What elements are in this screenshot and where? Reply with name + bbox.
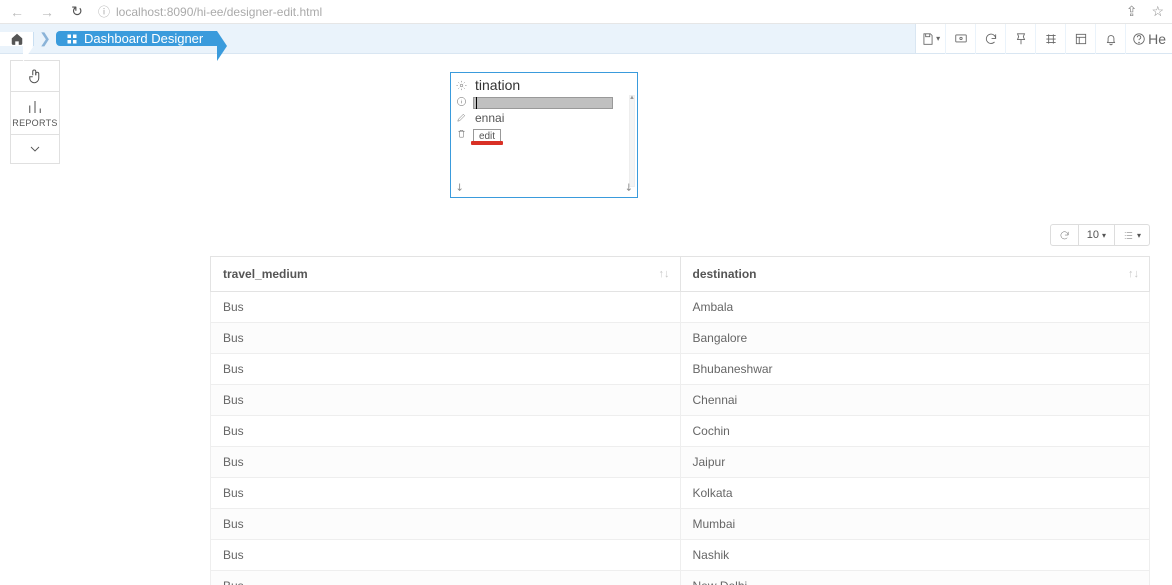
sort-icon[interactable]: ↑↓ [1128,268,1139,280]
widget-filter-input[interactable] [473,97,613,109]
cell-travel-medium: Bus [211,292,681,323]
table-row[interactable]: BusChennai [211,385,1150,416]
widget-delete-button[interactable] [455,127,467,139]
cell-travel-medium: Bus [211,540,681,571]
table-row[interactable]: BusCochin [211,416,1150,447]
help-button[interactable]: He [1126,24,1172,54]
designer-canvas[interactable]: tination ennai edit ▲ ↘ ↙ 10▾ [60,54,1172,585]
cell-destination: Kolkata [680,478,1150,509]
toolbox-reports-label: REPORTS [12,118,57,128]
cell-travel-medium: Bus [211,509,681,540]
refresh-icon [1059,230,1070,241]
info-icon [456,96,467,107]
gear-icon [456,80,467,91]
widget-scroll-up[interactable]: ▲ [629,95,635,101]
dashboard-icon [66,33,78,45]
table-row[interactable]: BusAmbala [211,292,1150,323]
cell-destination: Bangalore [680,323,1150,354]
table-refresh-button[interactable] [1051,225,1079,245]
breadcrumb-home[interactable] [0,32,34,46]
grid-view-button[interactable] [1036,24,1066,54]
annotation-mark [471,141,503,145]
widget-resize-handle-sw[interactable]: ↘ [452,181,466,195]
cell-destination: New Delhi [680,571,1150,585]
table-toolbar: 10▾ ▾ [210,224,1150,246]
breadcrumb-active-label: Dashboard Designer [84,31,203,46]
bar-chart-icon [26,98,44,116]
widget-filter-value: ennai [475,111,504,125]
browser-share-icon[interactable]: ⇪ [1126,3,1138,20]
cell-travel-medium: Bus [211,571,681,585]
sort-icon[interactable]: ↑↓ [659,268,670,280]
column-header-label: travel_medium [223,267,308,281]
cell-travel-medium: Bus [211,354,681,385]
cell-travel-medium: Bus [211,416,681,447]
table-row[interactable]: BusBangalore [211,323,1150,354]
table-page-size-button[interactable]: 10▾ [1079,225,1115,245]
cell-travel-medium: Bus [211,478,681,509]
table-row[interactable]: BusNew Delhi [211,571,1150,585]
table-page-size-value: 10 [1087,229,1099,241]
layout-button[interactable] [1066,24,1096,54]
home-icon [10,32,24,46]
caret-down-icon: ▾ [1137,231,1141,240]
table-row[interactable]: BusBhubaneshwar [211,354,1150,385]
list-icon [1123,230,1134,241]
column-header-destination[interactable]: destination ↑↓ [680,257,1150,292]
cell-travel-medium: Bus [211,323,681,354]
cell-travel-medium: Bus [211,385,681,416]
cell-destination: Nashik [680,540,1150,571]
cell-destination: Jaipur [680,447,1150,478]
column-header-travel-medium[interactable]: travel_medium ↑↓ [211,257,681,292]
widget-settings-button[interactable] [455,79,467,91]
browser-forward-button[interactable]: → [38,4,56,20]
refresh-button[interactable] [976,24,1006,54]
table-row[interactable]: BusKolkata [211,478,1150,509]
browser-reload-button[interactable]: ↻ [68,3,86,20]
widget-info-button[interactable] [455,95,467,107]
pencil-icon [456,112,467,123]
widget-edit-button[interactable] [455,111,467,123]
header-toolbar: ▾ He [915,24,1172,53]
trash-icon [456,128,467,139]
touch-icon [26,67,44,85]
breadcrumb-active-tab[interactable]: Dashboard Designer [56,31,217,46]
cell-destination: Bhubaneshwar [680,354,1150,385]
widget-title: tination [475,77,520,93]
cell-destination: Ambala [680,292,1150,323]
cell-destination: Cochin [680,416,1150,447]
toolbox-expand-button[interactable] [10,134,60,164]
preview-button[interactable] [946,24,976,54]
chevron-down-icon [27,141,43,157]
data-table: travel_medium ↑↓ destination ↑↓ BusAmbal… [210,256,1150,585]
browser-url[interactable]: localhost:8090/hi-ee/designer-edit.html [116,5,322,19]
table-row[interactable]: BusMumbai [211,509,1150,540]
widget-scrollbar[interactable] [629,95,635,187]
table-row[interactable]: BusNashik [211,540,1150,571]
table-columns-button[interactable]: ▾ [1115,225,1149,245]
caret-down-icon: ▾ [1102,231,1106,240]
widget-card[interactable]: tination ennai edit ▲ ↘ ↙ [450,72,638,198]
column-header-label: destination [693,267,757,281]
breadcrumb: ❯ Dashboard Designer [0,24,217,53]
table-row[interactable]: BusJaipur [211,447,1150,478]
left-toolbox: REPORTS [0,54,60,585]
browser-bookmark-icon[interactable]: ☆ [1151,3,1164,20]
notifications-button[interactable] [1096,24,1126,54]
cell-destination: Mumbai [680,509,1150,540]
cell-travel-medium: Bus [211,447,681,478]
toolbox-interaction-button[interactable] [10,60,60,92]
save-menu-button[interactable]: ▾ [916,24,946,54]
toolbox-reports-button[interactable]: REPORTS [10,91,60,135]
site-info-icon[interactable]: ⓘ [98,3,110,20]
help-label: He [1148,31,1166,47]
pin-button[interactable] [1006,24,1036,54]
browser-back-button[interactable]: ← [8,4,26,20]
cell-destination: Chennai [680,385,1150,416]
